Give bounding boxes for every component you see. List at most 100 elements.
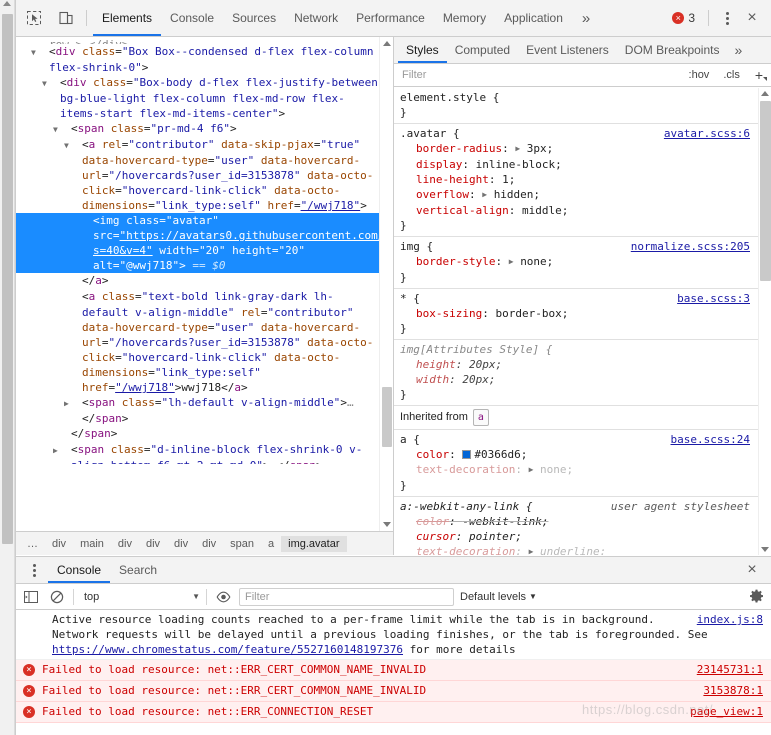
- expand-triangle-open-icon[interactable]: ▼: [64, 138, 82, 153]
- breadcrumb-item-img-avatar[interactable]: img.avatar: [281, 535, 347, 552]
- dom-tree-scrollbar[interactable]: [379, 37, 393, 531]
- inspect-element-icon[interactable]: [20, 5, 48, 31]
- device-toolbar-icon[interactable]: [52, 5, 80, 31]
- css-value-expand-triangle-icon[interactable]: ▶: [515, 141, 520, 156]
- rule-selector[interactable]: img[Attributes Style] {: [400, 343, 552, 356]
- dom-tree[interactable]: row >…</div>▼<div class="Box Box--conden…: [16, 37, 379, 531]
- live-expression-icon[interactable]: [213, 587, 233, 607]
- dom-node-line[interactable]: </span>: [16, 426, 379, 442]
- new-style-rule-button[interactable]: +: [751, 67, 768, 83]
- tab-performance[interactable]: Performance: [347, 0, 434, 36]
- dom-node-line[interactable]: ▼ <span class="pr-md-4 f6">: [16, 121, 379, 137]
- dom-node-line[interactable]: <a class="text-bold link-gray-dark lh-de…: [16, 289, 379, 395]
- tab-computed[interactable]: Computed: [447, 37, 518, 63]
- console-sidebar-icon[interactable]: [21, 587, 41, 607]
- css-property-value[interactable]: pointer;: [469, 530, 522, 543]
- tab-styles[interactable]: Styles: [398, 37, 447, 63]
- dom-node-line[interactable]: </a>: [16, 273, 379, 289]
- expand-triangle-open-icon[interactable]: ▼: [31, 45, 49, 60]
- css-property-name[interactable]: display: [416, 158, 462, 171]
- dom-node-line[interactable]: ▼ <div class="Box Box--condensed d-flex f…: [16, 44, 379, 75]
- css-property-name[interactable]: border-style: [416, 255, 495, 268]
- css-property-value[interactable]: -webkit-link;: [462, 515, 548, 528]
- console-violation-message[interactable]: Active resource loading counts reached t…: [16, 610, 771, 660]
- rule-origin-link[interactable]: avatar.scss:6: [664, 126, 750, 141]
- style-rule-a-webkit-any-link[interactable]: a:-webkit-any-link {user agent styleshee…: [394, 497, 758, 555]
- css-property-name[interactable]: vertical-align: [416, 204, 509, 217]
- rule-selector[interactable]: a:-webkit-any-link {: [400, 500, 532, 513]
- breadcrumb-item-div[interactable]: div: [195, 536, 223, 552]
- breadcrumb-item-a[interactable]: a: [261, 536, 281, 552]
- css-declaration[interactable]: display: inline-block;: [400, 157, 754, 172]
- css-property-name[interactable]: text-decoration: [416, 463, 515, 476]
- page-scrollbar-thumb[interactable]: [2, 14, 13, 544]
- breadcrumb-item--[interactable]: …: [20, 536, 45, 552]
- tab-network[interactable]: Network: [285, 0, 347, 36]
- css-declaration[interactable]: border-style: ▶ none;: [400, 254, 754, 270]
- css-declaration[interactable]: width: 20px;: [400, 372, 754, 387]
- css-property-value[interactable]: 20px;: [469, 358, 502, 371]
- console-message-source-link[interactable]: index.js:8: [697, 612, 763, 627]
- tab-sources[interactable]: Sources: [223, 0, 285, 36]
- console-log-levels-selector[interactable]: Default levels ▼: [460, 591, 537, 603]
- breadcrumb[interactable]: … div main div div div div span a img.avatar: [16, 531, 393, 555]
- styles-scroll-up-arrow-icon[interactable]: [761, 91, 769, 96]
- css-property-name[interactable]: color: [416, 448, 449, 461]
- css-value-expand-triangle-icon[interactable]: ▶: [482, 187, 487, 202]
- dom-node-line[interactable]: ▼ <div class="Box-body d-flex flex-justif…: [16, 75, 379, 121]
- console-message-source-link[interactable]: 3153878:1: [703, 683, 763, 698]
- dom-node-selected[interactable]: …<img class="avatar" src="https://avatar…: [16, 213, 379, 273]
- css-property-value[interactable]: middle;: [522, 204, 568, 217]
- css-declaration[interactable]: text-decoration: ▶ underline;: [400, 544, 754, 555]
- close-devtools-icon[interactable]: ×: [739, 5, 765, 31]
- rule-selector[interactable]: a {: [400, 433, 420, 446]
- css-property-value[interactable]: border-box;: [495, 307, 568, 320]
- css-property-value[interactable]: #0366d6;: [474, 448, 527, 461]
- console-message-link[interactable]: https://www.chromestatus.com/feature/552…: [52, 643, 403, 656]
- style-rule--avatar[interactable]: .avatar {avatar.scss:6 border-radius: ▶ 3…: [394, 124, 758, 237]
- style-rule-img-attributes-style-[interactable]: img[Attributes Style] {height: 20px; widt…: [394, 340, 758, 406]
- css-declaration[interactable]: cursor: pointer;: [400, 529, 754, 544]
- styles-scroll-down-arrow-icon[interactable]: [761, 547, 769, 552]
- expand-triangle-open-icon[interactable]: ▼: [42, 76, 60, 91]
- console-settings-gear-icon[interactable]: [746, 587, 766, 607]
- css-property-value[interactable]: hidden;: [494, 188, 540, 201]
- clear-console-icon[interactable]: [47, 587, 67, 607]
- drawer-tab-console[interactable]: Console: [48, 557, 110, 583]
- error-count-badge[interactable]: 3: [665, 11, 702, 25]
- styles-rules-list[interactable]: element.style {} .avatar {avatar.scss:6 bo…: [394, 88, 758, 555]
- rule-selector[interactable]: img {: [400, 240, 433, 253]
- dom-node-line[interactable]: ▼ <a rel="contributor" data-skip-pjax="tr…: [16, 137, 379, 213]
- rule-origin-link[interactable]: normalize.scss:205: [631, 239, 750, 254]
- console-context-selector[interactable]: top ▼: [80, 591, 200, 603]
- console-error-message[interactable]: Failed to load resource: net::ERR_CERT_C…: [16, 660, 771, 681]
- css-property-value[interactable]: none;: [520, 255, 553, 268]
- devtools-settings-kebab-icon[interactable]: [715, 6, 739, 30]
- css-property-name[interactable]: overflow: [416, 188, 469, 201]
- breadcrumb-item-div[interactable]: div: [111, 536, 139, 552]
- styles-scrollbar-thumb[interactable]: [760, 101, 771, 281]
- css-declaration[interactable]: color: #0366d6;: [400, 447, 754, 462]
- css-property-name[interactable]: box-sizing: [416, 307, 482, 320]
- dom-token-link[interactable]: "/wwj718": [301, 199, 361, 212]
- console-message-list[interactable]: Active resource loading counts reached t…: [16, 610, 771, 735]
- styles-filter-input[interactable]: [398, 68, 678, 82]
- console-message-source-link[interactable]: page_view:1: [690, 704, 763, 719]
- css-property-value[interactable]: 3px;: [527, 142, 554, 155]
- css-property-name[interactable]: color: [416, 515, 449, 528]
- breadcrumb-item-main[interactable]: main: [73, 536, 111, 552]
- expand-triangle-open-icon[interactable]: ▼: [53, 122, 71, 137]
- tab-dom-breakpoints[interactable]: DOM Breakpoints: [617, 37, 728, 63]
- dom-token-link[interactable]: "/wwj718": [115, 381, 175, 394]
- dom-node-line[interactable]: ▶ <span class="lh-default v-align-middle"…: [16, 395, 379, 426]
- styles-scrollbar[interactable]: [758, 88, 771, 555]
- css-property-value[interactable]: 1;: [502, 173, 515, 186]
- css-declaration[interactable]: border-radius: ▶ 3px;: [400, 141, 754, 157]
- css-property-name[interactable]: cursor: [416, 530, 456, 543]
- css-property-value[interactable]: 20px;: [462, 373, 495, 386]
- drawer-tab-search[interactable]: Search: [110, 557, 166, 583]
- css-declaration[interactable]: height: 20px;: [400, 357, 754, 372]
- rule-selector[interactable]: * {: [400, 292, 420, 305]
- drawer-menu-kebab-icon[interactable]: [22, 558, 46, 582]
- console-message-source-link[interactable]: 23145731:1: [697, 662, 763, 677]
